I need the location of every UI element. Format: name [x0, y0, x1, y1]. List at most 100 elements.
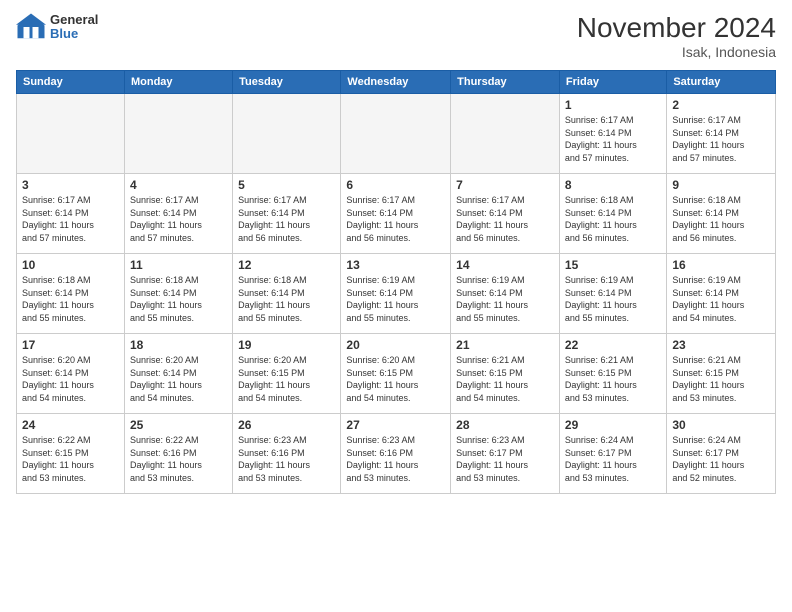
day-info: Sunrise: 6:17 AM Sunset: 6:14 PM Dayligh… [456, 194, 554, 244]
calendar-cell: 28Sunrise: 6:23 AM Sunset: 6:17 PM Dayli… [451, 414, 560, 494]
day-info: Sunrise: 6:17 AM Sunset: 6:14 PM Dayligh… [130, 194, 227, 244]
logo-icon [16, 12, 46, 42]
day-number: 27 [346, 418, 445, 432]
calendar-cell: 17 Sunrise: 6:20 AM Sunset: 6:14 PM Dayli… [17, 334, 125, 414]
day-number: 22 [565, 338, 661, 352]
calendar-cell: 24Sunrise: 6:22 AM Sunset: 6:15 PM Dayli… [17, 414, 125, 494]
day-number: 3 [22, 178, 119, 192]
calendar-cell: 22Sunrise: 6:21 AM Sunset: 6:15 PM Dayli… [559, 334, 666, 414]
calendar-cell: 6Sunrise: 6:17 AM Sunset: 6:14 PM Daylig… [341, 174, 451, 254]
calendar-table: Sunday Monday Tuesday Wednesday Thursday… [16, 70, 776, 494]
col-thursday: Thursday [451, 71, 560, 94]
day-info: Sunrise: 6:24 AM Sunset: 6:17 PM Dayligh… [565, 434, 661, 484]
calendar-cell: 29 Sunrise: 6:24 AM Sunset: 6:17 PM Dayli… [559, 414, 666, 494]
day-number: 26 [238, 418, 335, 432]
col-friday: Friday [559, 71, 666, 94]
day-number: 1 [565, 98, 661, 112]
day-number: 30 [672, 418, 770, 432]
calendar-cell: 25 Sunrise: 6:22 AM Sunset: 6:16 PM Dayli… [124, 414, 232, 494]
title-section: November 2024 Isak, Indonesia [577, 12, 776, 60]
day-info: Sunrise: 6:18 AM Sunset: 6:14 PM Dayligh… [672, 194, 770, 244]
day-info: Sunrise: 6:17 AM Sunset: 6:14 PM Dayligh… [565, 114, 661, 164]
day-info: Sunrise: 6:17 AM Sunset: 6:14 PM Dayligh… [22, 194, 119, 244]
calendar-cell: 3 Sunrise: 6:17 AM Sunset: 6:14 PM Daylig… [17, 174, 125, 254]
day-number: 12 [238, 258, 335, 272]
calendar-cell: 27Sunrise: 6:23 AM Sunset: 6:16 PM Dayli… [341, 414, 451, 494]
day-info: Sunrise: 6:18 AM Sunset: 6:14 PM Dayligh… [130, 274, 227, 324]
calendar-cell: 1 Sunrise: 6:17 AM Sunset: 6:14 PM Daylig… [559, 94, 666, 174]
calendar-cell [451, 94, 560, 174]
day-number: 8 [565, 178, 661, 192]
header: General Blue November 2024 Isak, Indones… [16, 12, 776, 60]
day-number: 2 [672, 98, 770, 112]
day-info: Sunrise: 6:20 AM Sunset: 6:15 PM Dayligh… [238, 354, 335, 404]
calendar-cell: 13 Sunrise: 6:19 AM Sunset: 6:14 PM Dayli… [341, 254, 451, 334]
calendar-week-4: 17 Sunrise: 6:20 AM Sunset: 6:14 PM Dayli… [17, 334, 776, 414]
calendar-cell: 21 Sunrise: 6:21 AM Sunset: 6:15 PM Dayli… [451, 334, 560, 414]
day-info: Sunrise: 6:23 AM Sunset: 6:17 PM Dayligh… [456, 434, 554, 484]
day-number: 16 [672, 258, 770, 272]
day-info: Sunrise: 6:22 AM Sunset: 6:16 PM Dayligh… [130, 434, 227, 484]
logo-text: General Blue [50, 13, 98, 42]
calendar-cell: 18 Sunrise: 6:20 AM Sunset: 6:14 PM Dayli… [124, 334, 232, 414]
calendar-week-3: 10 Sunrise: 6:18 AM Sunset: 6:14 PM Dayli… [17, 254, 776, 334]
day-info: Sunrise: 6:21 AM Sunset: 6:15 PM Dayligh… [456, 354, 554, 404]
logo: General Blue [16, 12, 98, 42]
day-info: Sunrise: 6:23 AM Sunset: 6:16 PM Dayligh… [238, 434, 335, 484]
calendar-week-5: 24Sunrise: 6:22 AM Sunset: 6:15 PM Dayli… [17, 414, 776, 494]
calendar-cell: 7 Sunrise: 6:17 AM Sunset: 6:14 PM Daylig… [451, 174, 560, 254]
day-info: Sunrise: 6:17 AM Sunset: 6:14 PM Dayligh… [238, 194, 335, 244]
day-info: Sunrise: 6:19 AM Sunset: 6:14 PM Dayligh… [456, 274, 554, 324]
day-number: 17 [22, 338, 119, 352]
calendar-cell: 10 Sunrise: 6:18 AM Sunset: 6:14 PM Dayli… [17, 254, 125, 334]
calendar-cell: 26 Sunrise: 6:23 AM Sunset: 6:16 PM Dayli… [233, 414, 341, 494]
day-info: Sunrise: 6:24 AM Sunset: 6:17 PM Dayligh… [672, 434, 770, 484]
day-info: Sunrise: 6:18 AM Sunset: 6:14 PM Dayligh… [22, 274, 119, 324]
day-info: Sunrise: 6:20 AM Sunset: 6:14 PM Dayligh… [22, 354, 119, 404]
day-info: Sunrise: 6:17 AM Sunset: 6:14 PM Dayligh… [346, 194, 445, 244]
day-number: 13 [346, 258, 445, 272]
calendar-header-row: Sunday Monday Tuesday Wednesday Thursday… [17, 71, 776, 94]
calendar-cell [233, 94, 341, 174]
calendar-cell: 20Sunrise: 6:20 AM Sunset: 6:15 PM Dayli… [341, 334, 451, 414]
day-number: 15 [565, 258, 661, 272]
day-number: 7 [456, 178, 554, 192]
day-info: Sunrise: 6:19 AM Sunset: 6:14 PM Dayligh… [346, 274, 445, 324]
day-number: 14 [456, 258, 554, 272]
calendar-cell: 16Sunrise: 6:19 AM Sunset: 6:14 PM Dayli… [667, 254, 776, 334]
day-number: 25 [130, 418, 227, 432]
day-number: 4 [130, 178, 227, 192]
calendar-cell: 8 Sunrise: 6:18 AM Sunset: 6:14 PM Daylig… [559, 174, 666, 254]
day-number: 19 [238, 338, 335, 352]
page: General Blue November 2024 Isak, Indones… [0, 0, 792, 612]
calendar-cell: 19 Sunrise: 6:20 AM Sunset: 6:15 PM Dayli… [233, 334, 341, 414]
col-sunday: Sunday [17, 71, 125, 94]
day-number: 10 [22, 258, 119, 272]
calendar-cell [17, 94, 125, 174]
logo-blue: Blue [50, 27, 98, 41]
calendar-cell: 2 Sunrise: 6:17 AM Sunset: 6:14 PM Daylig… [667, 94, 776, 174]
day-info: Sunrise: 6:18 AM Sunset: 6:14 PM Dayligh… [238, 274, 335, 324]
calendar-cell: 11 Sunrise: 6:18 AM Sunset: 6:14 PM Dayli… [124, 254, 232, 334]
day-number: 11 [130, 258, 227, 272]
day-info: Sunrise: 6:18 AM Sunset: 6:14 PM Dayligh… [565, 194, 661, 244]
calendar-cell: 15Sunrise: 6:19 AM Sunset: 6:14 PM Dayli… [559, 254, 666, 334]
col-tuesday: Tuesday [233, 71, 341, 94]
day-info: Sunrise: 6:20 AM Sunset: 6:14 PM Dayligh… [130, 354, 227, 404]
day-number: 29 [565, 418, 661, 432]
day-number: 18 [130, 338, 227, 352]
calendar-cell: 12 Sunrise: 6:18 AM Sunset: 6:14 PM Dayli… [233, 254, 341, 334]
calendar-cell: 23 Sunrise: 6:21 AM Sunset: 6:15 PM Dayli… [667, 334, 776, 414]
day-info: Sunrise: 6:17 AM Sunset: 6:14 PM Dayligh… [672, 114, 770, 164]
day-number: 21 [456, 338, 554, 352]
col-saturday: Saturday [667, 71, 776, 94]
day-number: 9 [672, 178, 770, 192]
month-title: November 2024 [577, 12, 776, 44]
day-number: 23 [672, 338, 770, 352]
calendar-cell [341, 94, 451, 174]
day-info: Sunrise: 6:21 AM Sunset: 6:15 PM Dayligh… [672, 354, 770, 404]
calendar-week-2: 3 Sunrise: 6:17 AM Sunset: 6:14 PM Daylig… [17, 174, 776, 254]
calendar-cell: 9 Sunrise: 6:18 AM Sunset: 6:14 PM Daylig… [667, 174, 776, 254]
calendar-cell [124, 94, 232, 174]
calendar-cell: 14 Sunrise: 6:19 AM Sunset: 6:14 PM Dayli… [451, 254, 560, 334]
